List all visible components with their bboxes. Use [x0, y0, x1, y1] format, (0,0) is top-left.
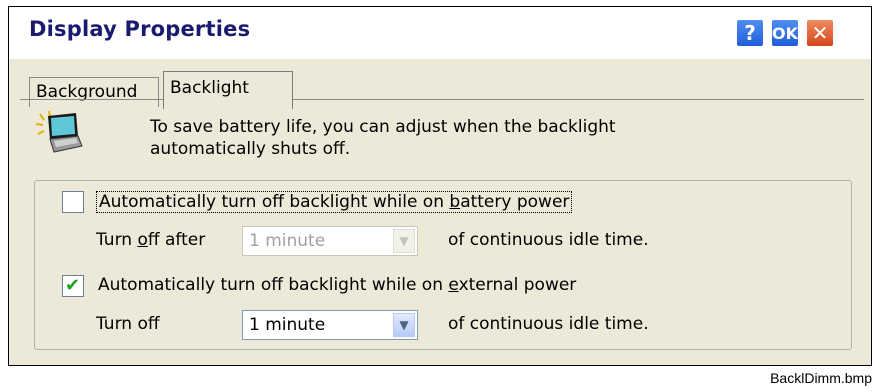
chevron-down-icon[interactable]: ▼ [393, 229, 415, 253]
battery-label-post: attery power [460, 192, 570, 212]
battery-timeout-value: 1 minute [249, 231, 326, 251]
ok-button[interactable]: OK [770, 18, 800, 48]
tab-panel-border [20, 99, 864, 100]
close-button[interactable]: ✕ [805, 18, 835, 48]
external-label-post: xternal power [458, 275, 577, 295]
description-line-1: To save battery life, you can adjust whe… [150, 117, 616, 137]
laptop-backlight-icon [35, 110, 83, 153]
external-label-pre: Automatically turn off backlight while o… [98, 275, 449, 295]
image-caption: BacklDimm.bmp [770, 370, 872, 386]
external-timeout-value: 1 minute [249, 315, 326, 335]
window-title: Display Properties [29, 17, 251, 41]
battery-turnoff-post: ff after [147, 230, 206, 250]
external-turn-off-label: Turn off [96, 314, 160, 334]
battery-label-pre: Automatically turn off backlight while o… [99, 192, 450, 212]
help-button[interactable]: ? [735, 18, 765, 48]
description-line-2: automatically shuts off. [150, 139, 351, 159]
tab-backlight[interactable]: Backlight [163, 71, 293, 109]
battery-timeout-select[interactable]: 1 minute ▼ [242, 226, 418, 256]
external-suffix-label: of continuous idle time. [448, 314, 649, 334]
battery-turnoff-accel: o [137, 230, 148, 250]
external-power-checkbox[interactable]: ✔ [62, 275, 84, 297]
question-icon: ? [744, 21, 756, 45]
tab-background[interactable]: Background [29, 77, 159, 107]
external-timeout-select[interactable]: 1 minute ▼ [242, 310, 418, 340]
external-power-label[interactable]: Automatically turn off backlight while o… [96, 275, 578, 295]
close-icon: ✕ [811, 21, 829, 45]
chevron-down-icon[interactable]: ▼ [393, 313, 415, 337]
battery-power-label[interactable]: Automatically turn off backlight while o… [96, 191, 573, 213]
battery-power-checkbox[interactable] [62, 191, 84, 213]
external-label-accel: e [448, 275, 459, 295]
battery-label-accel: b [449, 192, 461, 212]
description-text: To save battery life, you can adjust whe… [150, 116, 770, 160]
battery-turn-off-label: Turn off after [96, 230, 205, 250]
battery-turnoff-pre: Turn [96, 230, 138, 250]
title-bar: Display Properties ? OK ✕ [9, 7, 871, 59]
checkmark-icon: ✔ [65, 275, 81, 296]
battery-suffix-label: of continuous idle time. [448, 230, 649, 250]
ok-icon: OK [772, 23, 798, 43]
